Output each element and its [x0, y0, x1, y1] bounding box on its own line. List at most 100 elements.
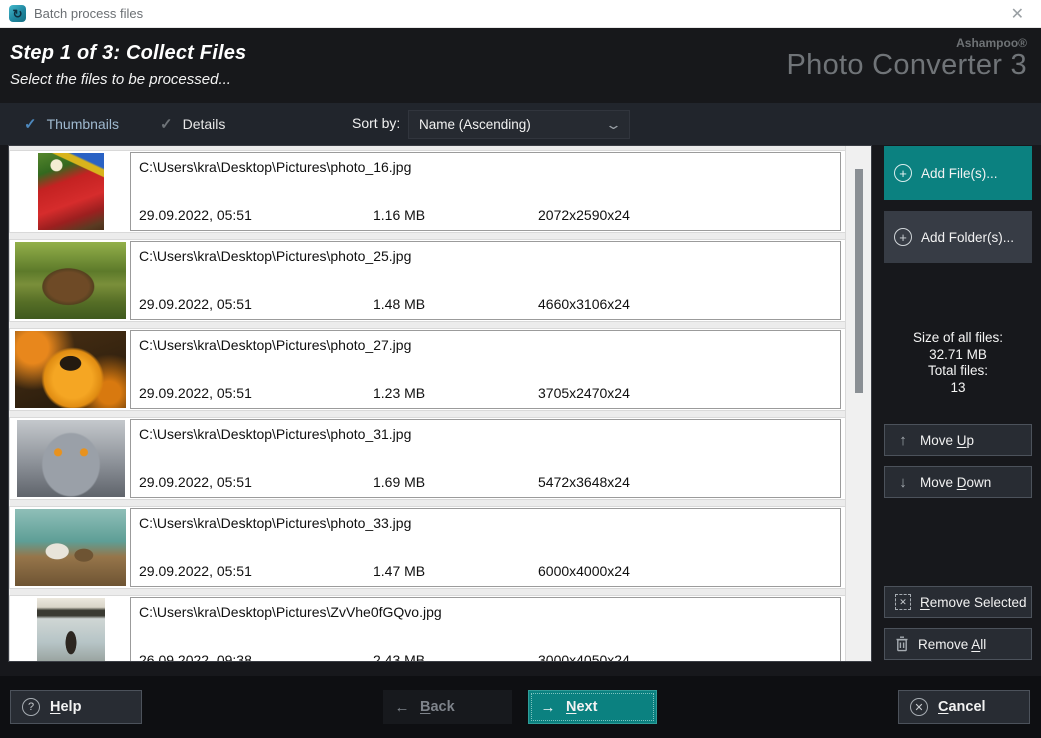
- tab-details[interactable]: ✓ Details: [160, 103, 225, 145]
- file-path: C:\Users\kra\Desktop\Pictures\photo_25.j…: [139, 248, 411, 264]
- sort-by-value: Name (Ascending): [419, 117, 531, 132]
- file-row[interactable]: C:\Users\kra\Desktop\Pictures\photo_31.j…: [9, 417, 846, 500]
- file-row[interactable]: C:\Users\kra\Desktop\Pictures\photo_25.j…: [9, 239, 846, 322]
- file-row[interactable]: C:\Users\kra\Desktop\Pictures\photo_16.j…: [9, 150, 846, 233]
- file-path: C:\Users\kra\Desktop\Pictures\photo_27.j…: [139, 337, 411, 353]
- plus-circle-icon: +: [894, 164, 912, 182]
- title-bar: ↻ Batch process files ✕: [0, 0, 1041, 28]
- tab-thumbnails[interactable]: ✓ Thumbnails: [24, 103, 119, 145]
- sort-by-dropdown[interactable]: Name (Ascending) ⌄: [408, 110, 630, 139]
- photo-thumbnail: [15, 242, 126, 319]
- arrow-right-icon: →: [540, 699, 556, 716]
- add-files-button[interactable]: + Add File(s)...: [884, 146, 1032, 200]
- plus-circle-icon: +: [894, 228, 912, 246]
- file-date: 29.09.2022, 05:51: [139, 385, 252, 401]
- tab-thumbnails-label: Thumbnails: [47, 116, 119, 132]
- remove-selected-button[interactable]: ✕ Remove Selected: [884, 586, 1032, 618]
- brand-logo: Ashampoo® Photo Converter 3: [787, 36, 1027, 82]
- file-info-box: C:\Users\kra\Desktop\Pictures\photo_16.j…: [130, 152, 841, 231]
- x-circle-icon: ✕: [910, 698, 928, 716]
- file-date: 29.09.2022, 05:51: [139, 207, 252, 223]
- file-size: 1.48 MB: [373, 296, 425, 312]
- file-resolution: 5472x3648x24: [538, 474, 630, 490]
- tab-details-label: Details: [183, 116, 226, 132]
- file-date: 26.09.2022, 09:38: [139, 652, 252, 662]
- file-rows: C:\Users\kra\Desktop\Pictures\photo_16.j…: [9, 146, 846, 662]
- add-folders-button[interactable]: + Add Folder(s)...: [884, 211, 1032, 263]
- photo-thumbnail: [15, 509, 126, 586]
- file-row[interactable]: C:\Users\kra\Desktop\Pictures\photo_27.j…: [9, 328, 846, 411]
- wizard-header: Step 1 of 3: Collect Files Select the fi…: [0, 28, 1041, 103]
- add-folders-label: Add Folder(s)...: [921, 230, 1014, 245]
- cancel-label: Cancel: [938, 699, 986, 715]
- move-up-label: Move Up: [920, 433, 974, 448]
- remove-all-button[interactable]: Remove All: [884, 628, 1032, 660]
- arrow-left-icon: ←: [394, 699, 410, 716]
- file-info-box: C:\Users\kra\Desktop\Pictures\photo_33.j…: [130, 508, 841, 587]
- file-resolution: 4660x3106x24: [538, 296, 630, 312]
- question-circle-icon: ?: [22, 698, 40, 716]
- footer-bar: ? Help ← Back → Next ✕ Cancel: [0, 676, 1041, 738]
- photo-thumbnail: [17, 420, 125, 497]
- list-scrollbar[interactable]: [845, 146, 871, 661]
- view-toolbar: ✓ Thumbnails ✓ Details Sort by: Name (As…: [0, 103, 1041, 145]
- photo-thumbnail: [37, 598, 105, 662]
- summary-count-value: 13: [884, 380, 1032, 397]
- help-button[interactable]: ? Help: [10, 690, 142, 724]
- file-resolution: 3705x2470x24: [538, 385, 630, 401]
- thumbnail-wrap: [12, 598, 129, 662]
- next-label: Next: [566, 699, 597, 715]
- file-info-box: C:\Users\kra\Desktop\Pictures\photo_31.j…: [130, 419, 841, 498]
- step-subtitle: Select the files to be processed...: [10, 71, 231, 88]
- file-path: C:\Users\kra\Desktop\Pictures\photo_16.j…: [139, 159, 411, 175]
- trash-icon: [895, 636, 909, 652]
- file-date: 29.09.2022, 05:51: [139, 474, 252, 490]
- back-button[interactable]: ← Back: [383, 690, 512, 724]
- remove-all-label: Remove All: [918, 637, 986, 652]
- file-resolution: 3000x4050x24: [538, 652, 630, 662]
- arrow-up-icon: ↑: [895, 432, 911, 449]
- add-files-label: Add File(s)...: [921, 166, 998, 181]
- file-path: C:\Users\kra\Desktop\Pictures\photo_31.j…: [139, 426, 411, 442]
- window-title: Batch process files: [34, 6, 143, 21]
- scrollbar-thumb[interactable]: [855, 169, 863, 393]
- move-down-button[interactable]: ↓ Move Down: [884, 466, 1032, 498]
- product-name: Photo Converter 3: [787, 50, 1027, 82]
- file-size: 1.23 MB: [373, 385, 425, 401]
- file-date: 29.09.2022, 05:51: [139, 563, 252, 579]
- check-icon: ✓: [24, 115, 37, 133]
- sort-by-label: Sort by:: [352, 115, 400, 131]
- thumbnail-wrap: [12, 331, 129, 408]
- thumbnail-wrap: [12, 153, 129, 230]
- file-list: C:\Users\kra\Desktop\Pictures\photo_16.j…: [8, 145, 872, 662]
- selection-remove-icon: ✕: [895, 594, 911, 610]
- arrow-down-icon: ↓: [895, 474, 911, 491]
- move-up-button[interactable]: ↑ Move Up: [884, 424, 1032, 456]
- file-row[interactable]: C:\Users\kra\Desktop\Pictures\photo_33.j…: [9, 506, 846, 589]
- next-button[interactable]: → Next: [528, 690, 657, 724]
- app-icon: ↻: [9, 5, 26, 22]
- move-down-label: Move Down: [920, 475, 991, 490]
- chevron-down-icon: ⌄: [605, 117, 622, 133]
- step-title: Step 1 of 3: Collect Files: [10, 42, 246, 65]
- thumbnail-wrap: [12, 242, 129, 319]
- check-icon: ✓: [160, 115, 173, 133]
- help-label: Help: [50, 699, 81, 715]
- summary-size-label: Size of all files:: [884, 330, 1032, 347]
- file-info-box: C:\Users\kra\Desktop\Pictures\ZvVhe0fGQv…: [130, 597, 841, 662]
- file-size: 1.47 MB: [373, 563, 425, 579]
- back-label: Back: [420, 699, 455, 715]
- file-path: C:\Users\kra\Desktop\Pictures\ZvVhe0fGQv…: [139, 604, 442, 620]
- file-resolution: 6000x4000x24: [538, 563, 630, 579]
- file-date: 29.09.2022, 05:51: [139, 296, 252, 312]
- cancel-button[interactable]: ✕ Cancel: [898, 690, 1030, 724]
- summary-count-label: Total files:: [884, 363, 1032, 380]
- thumbnail-wrap: [12, 420, 129, 497]
- thumbnail-wrap: [12, 509, 129, 586]
- close-icon[interactable]: ✕: [1003, 4, 1032, 24]
- file-info-box: C:\Users\kra\Desktop\Pictures\photo_25.j…: [130, 241, 841, 320]
- file-row[interactable]: C:\Users\kra\Desktop\Pictures\ZvVhe0fGQv…: [9, 595, 846, 662]
- file-size: 2.43 MB: [373, 652, 425, 662]
- photo-thumbnail: [38, 153, 104, 230]
- files-summary: Size of all files: 32.71 MB Total files:…: [884, 330, 1032, 396]
